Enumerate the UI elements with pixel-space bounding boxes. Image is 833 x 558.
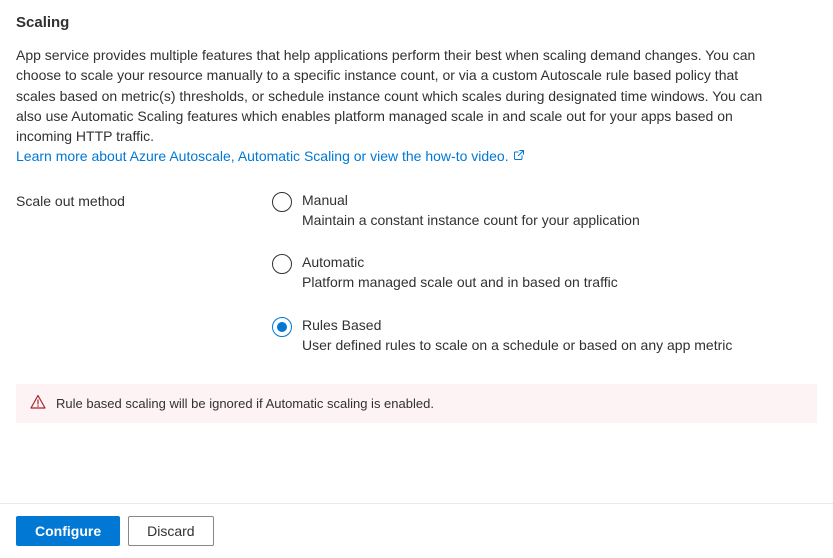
radio-button-automatic[interactable] (272, 254, 292, 274)
description-block: App service provides multiple features t… (16, 45, 772, 167)
radio-subtitle-manual: Maintain a constant instance count for y… (302, 211, 640, 229)
radio-button-rules-based[interactable] (272, 317, 292, 337)
radio-option-manual[interactable]: Manual Maintain a constant instance coun… (272, 191, 732, 229)
radio-button-manual[interactable] (272, 192, 292, 212)
description-text: App service provides multiple features t… (16, 47, 762, 144)
configure-button[interactable]: Configure (16, 516, 120, 546)
warning-icon (30, 394, 46, 413)
warning-text: Rule based scaling will be ignored if Au… (56, 396, 434, 411)
scale-out-radio-group: Manual Maintain a constant instance coun… (272, 191, 732, 354)
learn-more-link[interactable]: Learn more about Azure Autoscale, Automa… (16, 146, 525, 166)
radio-option-rules-based[interactable]: Rules Based User defined rules to scale … (272, 316, 732, 354)
radio-subtitle-rules-based: User defined rules to scale on a schedul… (302, 336, 732, 354)
footer-bar: Configure Discard (0, 503, 833, 558)
learn-more-text: Learn more about Azure Autoscale, Automa… (16, 146, 509, 166)
scale-out-method-row: Scale out method Manual Maintain a const… (16, 191, 817, 354)
warning-banner: Rule based scaling will be ignored if Au… (16, 384, 817, 423)
radio-title-rules-based: Rules Based (302, 316, 732, 334)
page-title: Scaling (16, 14, 817, 31)
external-link-icon (513, 146, 525, 166)
radio-title-manual: Manual (302, 191, 640, 209)
scale-out-method-label: Scale out method (16, 191, 272, 209)
radio-option-automatic[interactable]: Automatic Platform managed scale out and… (272, 253, 732, 291)
radio-subtitle-automatic: Platform managed scale out and in based … (302, 273, 618, 291)
discard-button[interactable]: Discard (128, 516, 213, 546)
radio-title-automatic: Automatic (302, 253, 618, 271)
